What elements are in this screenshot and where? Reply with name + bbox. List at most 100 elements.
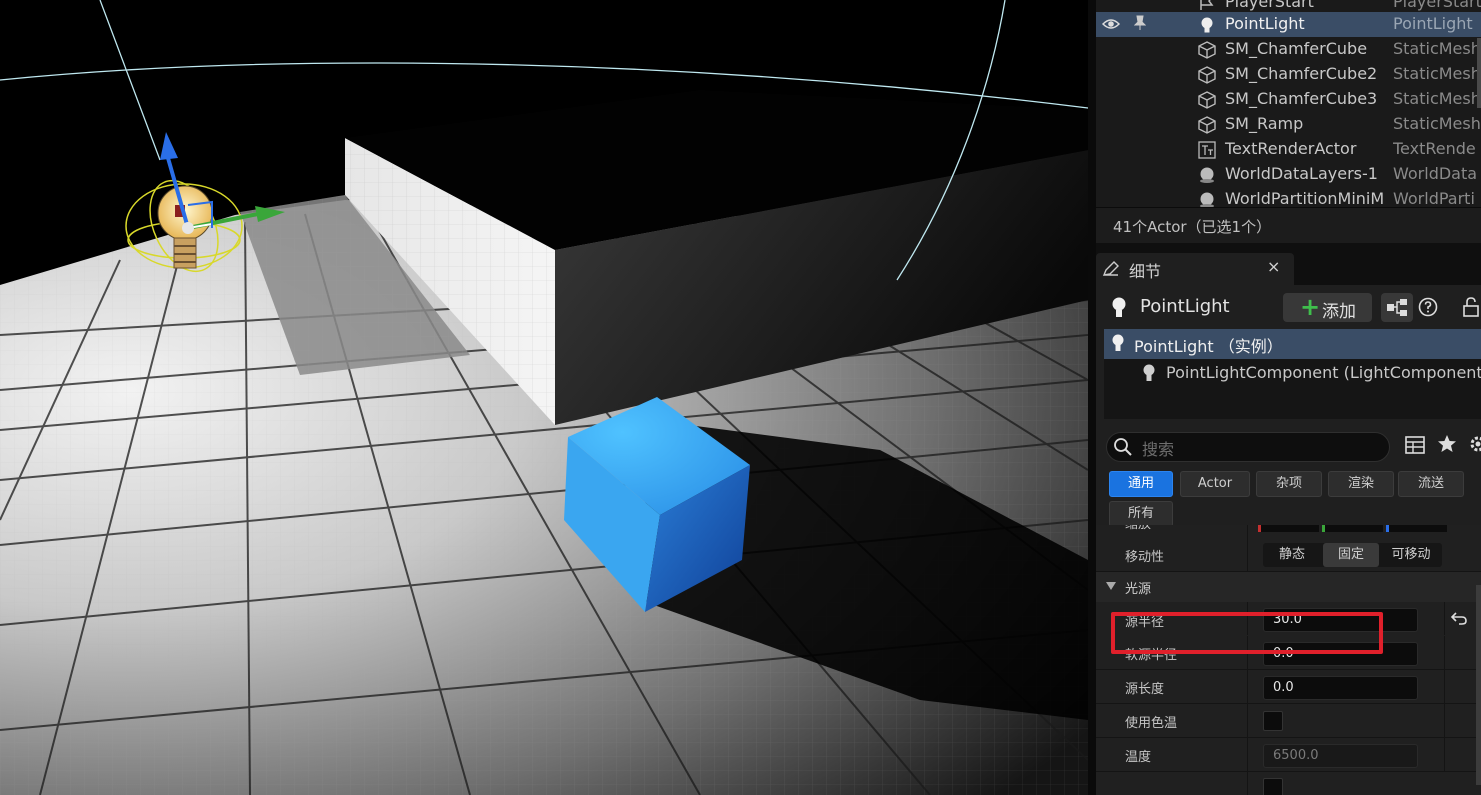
use-temperature-checkbox[interactable] bbox=[1263, 711, 1283, 731]
prop-label-soft-source-radius: 软源半径 bbox=[1125, 648, 1178, 663]
star-icon[interactable] bbox=[1437, 434, 1457, 454]
pin-icon[interactable] bbox=[1134, 15, 1146, 31]
outliner-row-worldpartitionminimap[interactable]: WorldPartitionMiniM WorldParti bbox=[1096, 187, 1481, 207]
outliner-row-label: WorldDataLayers-1 bbox=[1225, 164, 1378, 183]
outliner-row-label: SM_ChamferCube2 bbox=[1225, 64, 1378, 83]
next-checkbox[interactable] bbox=[1263, 778, 1283, 795]
filter-actor[interactable]: Actor bbox=[1180, 471, 1250, 497]
editor-side-panel: PlayerStart PlayerStart PointLight Point… bbox=[1088, 0, 1481, 795]
section-light[interactable]: 光源 bbox=[1096, 572, 1481, 602]
outliner-row-type: StaticMesh bbox=[1393, 39, 1481, 58]
blueprint-button[interactable] bbox=[1381, 293, 1413, 322]
actor-header: PointLight + 添加 bbox=[1096, 285, 1481, 329]
table-view-icon[interactable] bbox=[1405, 436, 1425, 454]
prop-label-mobility: 移动性 bbox=[1125, 550, 1165, 565]
outliner-row-sm-chamfercube3[interactable]: SM_ChamferCube3 StaticMesh bbox=[1096, 87, 1481, 112]
lock-icon[interactable] bbox=[1463, 296, 1481, 318]
details-panel: PointLight + 添加 PointLight （实例） PointLig… bbox=[1096, 285, 1481, 795]
outliner-scrollbar[interactable] bbox=[1477, 38, 1481, 108]
outliner-row-type: WorldData bbox=[1393, 164, 1478, 183]
component-label: PointLight （实例） bbox=[1134, 337, 1283, 356]
outliner-row-worlddatalayers[interactable]: WorldDataLayers-1 WorldData bbox=[1096, 162, 1481, 187]
outliner-row-type: TextRende bbox=[1393, 139, 1476, 158]
filter-rendering[interactable]: 渲染 bbox=[1328, 471, 1394, 497]
component-row-pointlight-instance[interactable]: PointLight （实例） bbox=[1104, 329, 1481, 359]
close-icon[interactable]: × bbox=[1267, 257, 1280, 276]
prop-row-scale: 缩放 bbox=[1096, 525, 1481, 539]
actor-count-label: 41个Actor（已选1个） bbox=[1113, 218, 1272, 236]
mobility-static-button[interactable]: 静态 bbox=[1263, 543, 1321, 567]
component-row-pointlightcomponent[interactable]: PointLightComponent (LightComponent bbox=[1104, 359, 1481, 389]
outliner-row-label: PointLight bbox=[1225, 14, 1305, 33]
outliner-row-type: StaticMesh bbox=[1393, 89, 1481, 108]
cube-icon bbox=[1198, 41, 1216, 59]
soft-source-radius-value: 0.0 bbox=[1273, 646, 1294, 661]
tab-details-label: 细节 bbox=[1129, 262, 1162, 281]
tab-details[interactable]: 细节 × bbox=[1096, 253, 1294, 285]
outliner-row-sm-chamfercube[interactable]: SM_ChamferCube StaticMesh bbox=[1096, 37, 1481, 62]
lightbulb-icon bbox=[1201, 17, 1213, 33]
outliner-row-type: PlayerStart bbox=[1393, 0, 1481, 11]
prop-row-use-temperature: 使用色温 bbox=[1096, 704, 1481, 738]
pencil-icon bbox=[1102, 261, 1119, 276]
level-viewport[interactable] bbox=[0, 0, 1088, 795]
outliner-row-sm-ramp[interactable]: SM_Ramp StaticMesh bbox=[1096, 112, 1481, 137]
prop-row-source-length: 源长度 0.0 bbox=[1096, 670, 1481, 704]
search-icon bbox=[1114, 438, 1132, 456]
help-icon[interactable] bbox=[1418, 297, 1438, 317]
filter-streaming[interactable]: 流送 bbox=[1398, 471, 1464, 497]
source-radius-value: 30.0 bbox=[1273, 612, 1302, 627]
visibility-eye-icon[interactable] bbox=[1102, 17, 1120, 31]
search-input[interactable]: 搜索 bbox=[1106, 432, 1390, 462]
source-radius-field[interactable]: 30.0 bbox=[1263, 608, 1418, 632]
soft-source-radius-field[interactable]: 0.0 bbox=[1263, 642, 1418, 666]
lightbulb-icon bbox=[1112, 297, 1126, 317]
prop-label-use-temperature: 使用色温 bbox=[1125, 716, 1178, 731]
details-tabbar: 细节 × bbox=[1096, 243, 1481, 285]
filter-misc[interactable]: 杂项 bbox=[1256, 471, 1322, 497]
lightbulb-icon bbox=[1143, 364, 1155, 381]
sphere-icon bbox=[1200, 167, 1214, 183]
add-component-button[interactable]: + 添加 bbox=[1283, 293, 1372, 322]
panel-splitter[interactable] bbox=[1088, 0, 1096, 795]
component-tree: PointLight （实例） PointLightComponent (Lig… bbox=[1104, 329, 1481, 419]
mobility-movable-button[interactable]: 可移动 bbox=[1381, 543, 1441, 567]
gear-icon[interactable] bbox=[1468, 434, 1481, 454]
prop-row-mobility: 移动性 静态 固定 可移动 bbox=[1096, 538, 1481, 572]
prop-row-next bbox=[1096, 772, 1481, 795]
outliner-row-type: StaticMesh bbox=[1393, 64, 1481, 83]
outliner-row-type: StaticMesh bbox=[1393, 114, 1481, 133]
cube-icon bbox=[1198, 116, 1216, 134]
reset-to-default-icon[interactable] bbox=[1450, 610, 1468, 626]
outliner-row-label: WorldPartitionMiniM bbox=[1225, 189, 1385, 207]
text-render-icon bbox=[1198, 141, 1216, 159]
scale-y-field[interactable] bbox=[1322, 525, 1383, 532]
scale-z-field[interactable] bbox=[1386, 525, 1447, 532]
outliner-row-sm-chamfercube2[interactable]: SM_ChamferCube2 StaticMesh bbox=[1096, 62, 1481, 87]
mobility-stationary-button[interactable]: 固定 bbox=[1323, 543, 1379, 567]
outliner-row-textrenderactor[interactable]: TextRenderActor TextRende bbox=[1096, 137, 1481, 162]
outliner-row-label: PlayerStart bbox=[1225, 0, 1314, 11]
prop-row-temperature: 温度 6500.0 bbox=[1096, 738, 1481, 772]
temperature-value: 6500.0 bbox=[1273, 748, 1319, 763]
actor-name: PointLight bbox=[1140, 296, 1230, 317]
temperature-field[interactable]: 6500.0 bbox=[1263, 744, 1418, 768]
world-outliner: PlayerStart PlayerStart PointLight Point… bbox=[1096, 0, 1481, 207]
filter-general[interactable]: 通用 bbox=[1109, 471, 1173, 497]
add-button-label: 添加 bbox=[1322, 302, 1356, 322]
details-scrollbar[interactable] bbox=[1476, 585, 1481, 785]
filter-all[interactable]: 所有 bbox=[1109, 501, 1173, 527]
flag-icon bbox=[1200, 0, 1214, 10]
chevron-down-icon bbox=[1106, 582, 1116, 590]
source-length-value: 0.0 bbox=[1273, 680, 1294, 695]
outliner-row-label: SM_ChamferCube bbox=[1225, 39, 1368, 58]
prop-label-source-radius: 源半径 bbox=[1125, 615, 1165, 630]
outliner-footer: 41个Actor（已选1个） bbox=[1096, 207, 1481, 244]
prop-label-scale: 缩放 bbox=[1125, 525, 1151, 532]
outliner-row-pointlight[interactable]: PointLight PointLight bbox=[1096, 12, 1481, 37]
component-label: PointLightComponent (LightComponent bbox=[1166, 363, 1481, 382]
scale-x-field[interactable] bbox=[1258, 525, 1319, 532]
viewport-scene bbox=[0, 0, 1088, 795]
source-length-field[interactable]: 0.0 bbox=[1263, 676, 1418, 700]
blueprint-icon bbox=[1387, 299, 1407, 316]
